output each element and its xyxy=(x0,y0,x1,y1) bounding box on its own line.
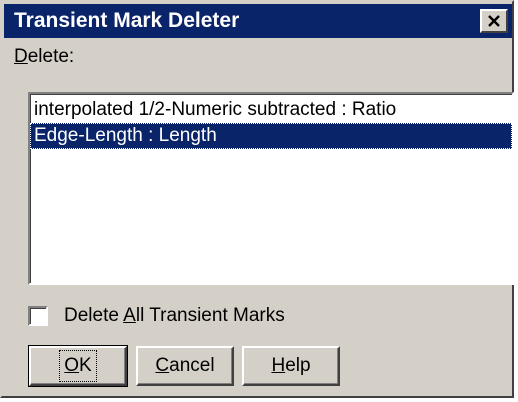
delete-label: Delete: xyxy=(14,46,74,68)
transient-marks-listbox[interactable]: interpolated 1/2-Numeric subtracted : Ra… xyxy=(28,92,514,285)
delete-label-mnemonic: D xyxy=(14,46,28,67)
help-mnemonic: H xyxy=(271,355,286,376)
delete-all-row[interactable]: Delete All Transient Marks xyxy=(28,304,285,328)
ok-mnemonic: O xyxy=(64,355,80,376)
title-bar[interactable]: Transient Mark Deleter xyxy=(4,4,512,38)
help-text: elp xyxy=(285,355,311,376)
cancel-button-label: Cancel xyxy=(155,355,214,377)
cancel-button[interactable]: Cancel xyxy=(136,346,234,386)
delete-all-label-end: ll Transient Marks xyxy=(135,305,285,326)
delete-all-label-start: Delete xyxy=(64,305,124,326)
delete-all-checkbox[interactable] xyxy=(28,306,48,326)
delete-all-label-mnemonic: A xyxy=(123,305,136,326)
close-button[interactable] xyxy=(480,9,508,33)
cancel-text: ancel xyxy=(169,355,215,376)
close-icon xyxy=(487,15,501,27)
delete-label-text: elete: xyxy=(27,46,75,67)
list-item-selected[interactable]: Edge-Length : Length xyxy=(30,123,512,149)
transient-mark-deleter-dialog: Transient Mark Deleter Delete: interpola… xyxy=(0,0,514,398)
ok-button[interactable]: OK xyxy=(28,345,128,387)
ok-text: K xyxy=(79,355,92,376)
list-item[interactable]: interpolated 1/2-Numeric subtracted : Ra… xyxy=(30,97,512,123)
ok-button-label: OK xyxy=(59,350,97,382)
delete-all-label[interactable]: Delete All Transient Marks xyxy=(64,305,285,327)
cancel-mnemonic: C xyxy=(155,355,170,376)
window-title: Transient Mark Deleter xyxy=(14,9,240,32)
help-button-label: Help xyxy=(271,355,310,377)
help-button[interactable]: Help xyxy=(242,346,340,386)
